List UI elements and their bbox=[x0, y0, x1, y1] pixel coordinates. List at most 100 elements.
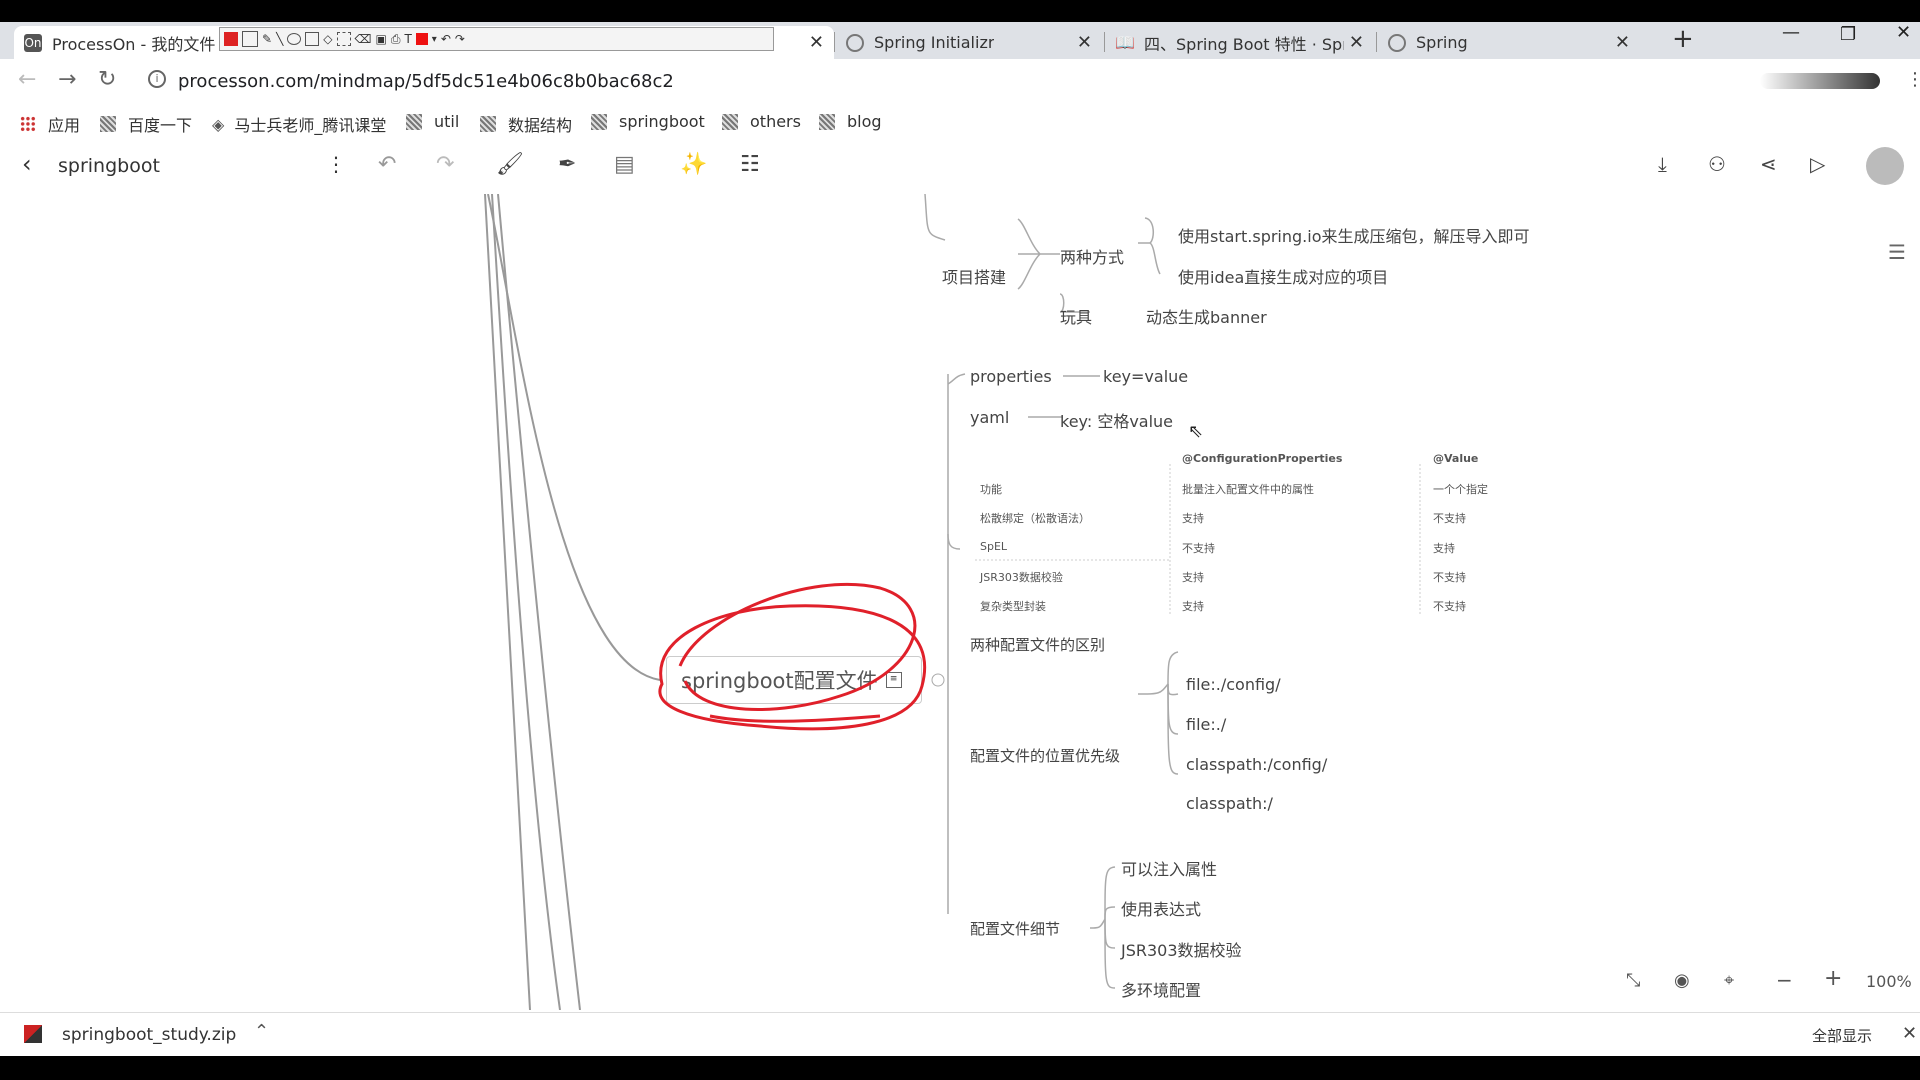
node-banner[interactable]: 动态生成banner bbox=[1146, 304, 1267, 328]
bookmark-util[interactable]: util bbox=[406, 112, 459, 131]
diamond-tool-icon[interactable]: ◇ bbox=[323, 32, 332, 46]
node-detail-item[interactable]: JSR303数据校验 bbox=[1121, 937, 1242, 961]
tab-spring-boot-features[interactable]: 📖 四、Spring Boot 特性 · Spri ✕ bbox=[1106, 26, 1374, 59]
close-icon[interactable]: ✕ bbox=[1349, 32, 1364, 53]
bookmark-tencent[interactable]: ◈ 马士兵老师_腾讯课堂 bbox=[212, 112, 386, 136]
share-icon[interactable]: ⋖ bbox=[1760, 152, 1777, 176]
baidu-icon bbox=[100, 116, 116, 132]
bookmark-springboot[interactable]: springboot bbox=[591, 112, 705, 131]
node-priority-item[interactable]: classpath:/ bbox=[1186, 794, 1273, 813]
restore-icon[interactable]: ❐ bbox=[1840, 24, 1856, 45]
document-title[interactable]: springboot bbox=[58, 155, 160, 177]
extension-icons[interactable] bbox=[1760, 73, 1880, 89]
close-icon[interactable]: ✕ bbox=[1077, 32, 1092, 53]
eye-icon[interactable]: ◉ bbox=[1674, 970, 1690, 991]
window-close-icon[interactable]: ✕ bbox=[1896, 22, 1911, 43]
bookmark-blog[interactable]: blog bbox=[819, 112, 882, 131]
eraser-tool-icon[interactable]: ⌫ bbox=[355, 32, 372, 46]
avatar[interactable] bbox=[1866, 147, 1904, 185]
rect-tool-icon[interactable] bbox=[242, 31, 258, 47]
node-toy[interactable]: 玩具 bbox=[1060, 304, 1092, 328]
branch-lines bbox=[484, 194, 1421, 1010]
back-arrow-icon[interactable]: ‹ bbox=[22, 150, 32, 178]
node-config-diff[interactable]: 两种配置文件的区别 bbox=[970, 634, 1105, 655]
show-all-button[interactable]: 全部显示 bbox=[1812, 1025, 1872, 1046]
redo-tool-icon[interactable]: ↷ bbox=[455, 32, 465, 46]
reload-icon[interactable]: ↻ bbox=[98, 67, 116, 92]
pen-tool-icon[interactable]: ✎ bbox=[262, 32, 272, 46]
node-details[interactable]: 配置文件细节 bbox=[970, 918, 1060, 939]
node-way-start-spring[interactable]: 使用start.spring.io来生成压缩包，解压导入即可 bbox=[1178, 223, 1530, 247]
minimize-icon[interactable]: — bbox=[1782, 22, 1800, 43]
address-bar[interactable]: processon.com/mindmap/5df5dc51e4b06c8b0b… bbox=[178, 71, 674, 92]
chevron-up-icon[interactable]: ⌃ bbox=[254, 1021, 269, 1042]
node-detail-item[interactable]: 可以注入属性 bbox=[1121, 856, 1217, 880]
node-properties[interactable]: properties bbox=[970, 367, 1052, 386]
node-priority-item[interactable]: file:./ bbox=[1186, 715, 1226, 734]
folder-icon bbox=[819, 113, 835, 130]
magic-style-icon[interactable]: ✨ bbox=[680, 152, 707, 177]
close-download-bar-icon[interactable]: ✕ bbox=[1902, 1023, 1917, 1044]
collaborators-icon[interactable]: ⚇ bbox=[1708, 152, 1726, 176]
format-painter-icon[interactable]: 🖌 bbox=[496, 152, 524, 177]
node-properties-value[interactable]: key=value bbox=[1103, 367, 1188, 386]
node-detail-item[interactable]: 多环境配置 bbox=[1121, 977, 1201, 1001]
back-icon[interactable]: ← bbox=[18, 67, 36, 92]
processon-icon: On bbox=[24, 33, 42, 52]
tab-spring[interactable]: Spring ✕ bbox=[1378, 26, 1640, 59]
menu-icon[interactable]: ⋮ bbox=[1906, 69, 1920, 90]
node-priority[interactable]: 配置文件的位置优先级 bbox=[970, 745, 1120, 766]
ellipse-tool-icon[interactable] bbox=[287, 33, 302, 45]
play-icon[interactable]: ▷ bbox=[1810, 152, 1825, 176]
print-tool-icon[interactable]: ⎙ bbox=[391, 32, 401, 47]
bookmark-baidu[interactable]: 百度一下 bbox=[100, 112, 192, 136]
node-project-setup[interactable]: 项目搭建 bbox=[942, 264, 1006, 288]
color-dropdown-icon[interactable]: ▾ bbox=[432, 34, 437, 45]
new-tab-button[interactable]: + bbox=[1672, 24, 1694, 54]
bookmark-others[interactable]: others bbox=[722, 112, 801, 131]
zoom-in-button[interactable]: + bbox=[1824, 966, 1842, 991]
table-cell: 不支持 bbox=[1433, 600, 1466, 613]
bookmark-apps[interactable]: 应用 bbox=[20, 112, 80, 136]
redo-icon[interactable]: ↷ bbox=[436, 152, 454, 177]
outline-structure-icon[interactable]: ☷ bbox=[740, 152, 760, 177]
annotation-logo-icon[interactable] bbox=[224, 32, 238, 46]
node-two-ways[interactable]: 两种方式 bbox=[1060, 244, 1124, 268]
spring-icon bbox=[1388, 33, 1406, 52]
more-icon[interactable]: ⋮ bbox=[326, 152, 346, 176]
close-icon[interactable]: ✕ bbox=[809, 32, 824, 53]
tab-separator bbox=[1104, 32, 1105, 52]
close-icon[interactable]: ✕ bbox=[1615, 32, 1630, 53]
node-yaml-value[interactable]: key: 空格value bbox=[1060, 408, 1173, 432]
download-icon[interactable]: ⤓ bbox=[1658, 152, 1667, 176]
node-detail-item[interactable]: 使用表达式 bbox=[1121, 896, 1201, 920]
line-tool-icon[interactable]: ╲ bbox=[276, 32, 283, 46]
bookmark-data-structures[interactable]: 数据结构 bbox=[480, 112, 572, 136]
undo-icon[interactable]: ↶ bbox=[378, 152, 396, 177]
save-tool-icon[interactable]: ▣ bbox=[376, 32, 387, 46]
tab-processon[interactable]: On ProcessOn - 我的文件 ✎ ╲ ◇ ⌫ ▣ ⎙ T ▾ ↶ ↷ bbox=[14, 26, 834, 59]
zoom-out-button[interactable]: − bbox=[1776, 968, 1793, 992]
download-filename[interactable]: springboot_study.zip bbox=[62, 1025, 236, 1045]
node-priority-item[interactable]: file:./config/ bbox=[1186, 675, 1281, 694]
select-tool-icon[interactable] bbox=[336, 32, 351, 46]
node-way-idea[interactable]: 使用idea直接生成对应的项目 bbox=[1178, 264, 1388, 288]
settings-sliders-icon[interactable]: ☰ bbox=[1888, 240, 1906, 264]
location-icon[interactable]: ⌖ bbox=[1724, 970, 1734, 991]
mindmap-canvas[interactable]: 项目搭建 两种方式 使用start.spring.io来生成压缩包，解压导入即可… bbox=[0, 194, 1920, 1010]
forward-icon[interactable]: → bbox=[58, 67, 76, 92]
pen-icon[interactable]: ✒ bbox=[558, 152, 576, 177]
text-tool-icon[interactable]: T bbox=[404, 32, 411, 46]
node-priority-item[interactable]: classpath:/config/ bbox=[1186, 755, 1327, 774]
square-tool-icon[interactable] bbox=[305, 32, 320, 46]
table-cell: 支持 bbox=[1182, 571, 1204, 584]
color-swatch[interactable] bbox=[415, 33, 428, 45]
node-yaml[interactable]: yaml bbox=[970, 408, 1009, 427]
download-bar: springboot_study.zip ⌃ 全部显示 ✕ bbox=[0, 1012, 1920, 1056]
undo-tool-icon[interactable]: ↶ bbox=[441, 32, 451, 46]
tab-spring-initializr[interactable]: Spring Initializr ✕ bbox=[836, 26, 1102, 59]
clear-format-icon[interactable]: ▤ bbox=[614, 152, 635, 177]
fit-screen-icon[interactable]: ⤡ bbox=[1626, 970, 1640, 991]
table-cell: 不支持 bbox=[1433, 571, 1466, 584]
info-icon[interactable]: i bbox=[148, 70, 166, 88]
